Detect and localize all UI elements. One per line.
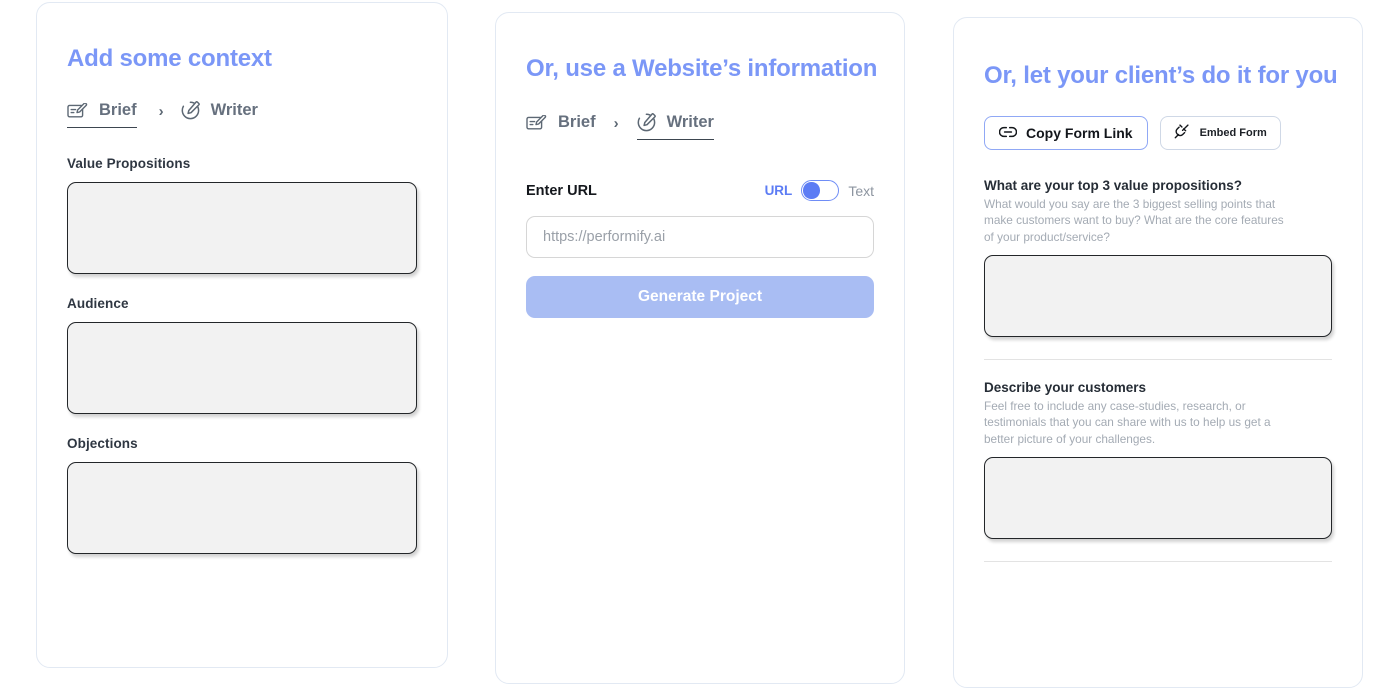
url-header-row: Enter URL URL Text	[526, 180, 874, 201]
writer-pencil-icon	[181, 101, 200, 120]
panel-add-context: Add some context Brief › Writer Value Pr…	[36, 2, 448, 668]
breadcrumb-item-writer[interactable]: Writer	[636, 113, 714, 140]
textarea-value-propositions[interactable]	[67, 182, 417, 274]
section-divider-2	[984, 560, 1332, 563]
breadcrumb-label-brief: Brief	[558, 113, 596, 131]
question-title: What are your top 3 value propositions?	[984, 178, 1243, 193]
breadcrumb-item-brief[interactable]: Brief	[67, 101, 137, 128]
client-actions: Copy Form Link Embed Form	[984, 116, 1332, 150]
url-text-toggle-group: URL Text	[765, 180, 874, 201]
page-title-brief: Add some context	[67, 45, 272, 72]
question-title: Describe your customers	[984, 380, 1147, 396]
link-chain-icon	[998, 125, 1018, 141]
field-audience: Audience	[67, 296, 417, 414]
url-input[interactable]	[526, 216, 874, 258]
generate-project-button[interactable]: Generate Project	[526, 276, 874, 318]
field-label-objections: Objections	[67, 436, 138, 451]
copy-form-link-button[interactable]: Copy Form Link	[984, 116, 1148, 150]
breadcrumb-label-writer: Writer	[666, 113, 714, 131]
embed-form-label: Embed Form	[1199, 127, 1267, 139]
breadcrumb-brief: Brief › Writer	[67, 101, 417, 128]
brief-card-icon	[67, 102, 88, 119]
section-divider-1	[984, 358, 1332, 361]
field-label-audience: Audience	[67, 296, 129, 311]
embed-form-button[interactable]: Embed Form	[1159, 116, 1281, 150]
textarea-objections[interactable]	[67, 462, 417, 554]
question-value-propositions: What are your top 3 value propositions? …	[984, 178, 1332, 337]
toggle-option-text[interactable]: Text	[848, 183, 874, 199]
breadcrumb-label-writer: Writer	[210, 101, 258, 119]
breadcrumb-item-brief[interactable]: Brief	[526, 113, 596, 140]
brief-fields: Value Propositions Audience Objections	[67, 156, 417, 554]
breadcrumb-website: Brief › Writer	[526, 113, 874, 140]
writer-pencil-icon	[637, 113, 656, 132]
field-value-propositions: Value Propositions	[67, 156, 417, 274]
textarea-client-value-propositions[interactable]	[984, 254, 1332, 337]
page-title-client: Or, let your client’s do it for you	[984, 62, 1338, 89]
brief-card-icon	[526, 114, 547, 131]
breadcrumb-item-writer[interactable]: Writer	[181, 101, 258, 128]
textarea-audience[interactable]	[67, 322, 417, 414]
field-objections: Objections	[67, 436, 417, 554]
chevron-right-icon: ›	[158, 103, 164, 120]
question-description: What would you say are the 3 biggest sel…	[984, 197, 1284, 244]
question-describe-customers: Describe your customers Feel free to inc…	[984, 380, 1332, 539]
copy-form-link-label: Copy Form Link	[1026, 125, 1133, 141]
app-root: Add some context Brief › Writer Value Pr…	[0, 0, 1400, 700]
question-description: Feel free to include any case-studies, r…	[984, 399, 1271, 446]
url-field-label: Enter URL	[526, 182, 597, 199]
toggle-option-url[interactable]: URL	[765, 183, 793, 198]
breadcrumb-label-brief: Brief	[99, 101, 137, 119]
panel-website-information: Or, use a Website’s information Brief ›	[495, 12, 905, 684]
panel-client-form: Or, let your client’s do it for you Copy…	[953, 17, 1363, 688]
url-text-toggle-switch[interactable]	[801, 180, 840, 201]
field-label-value-propositions: Value Propositions	[67, 156, 191, 171]
toggle-knob	[803, 182, 820, 199]
textarea-client-describe-customers[interactable]	[984, 456, 1332, 539]
page-title-website: Or, use a Website’s information	[526, 55, 878, 82]
chevron-right-icon: ›	[613, 115, 619, 132]
plug-icon	[1174, 124, 1189, 142]
